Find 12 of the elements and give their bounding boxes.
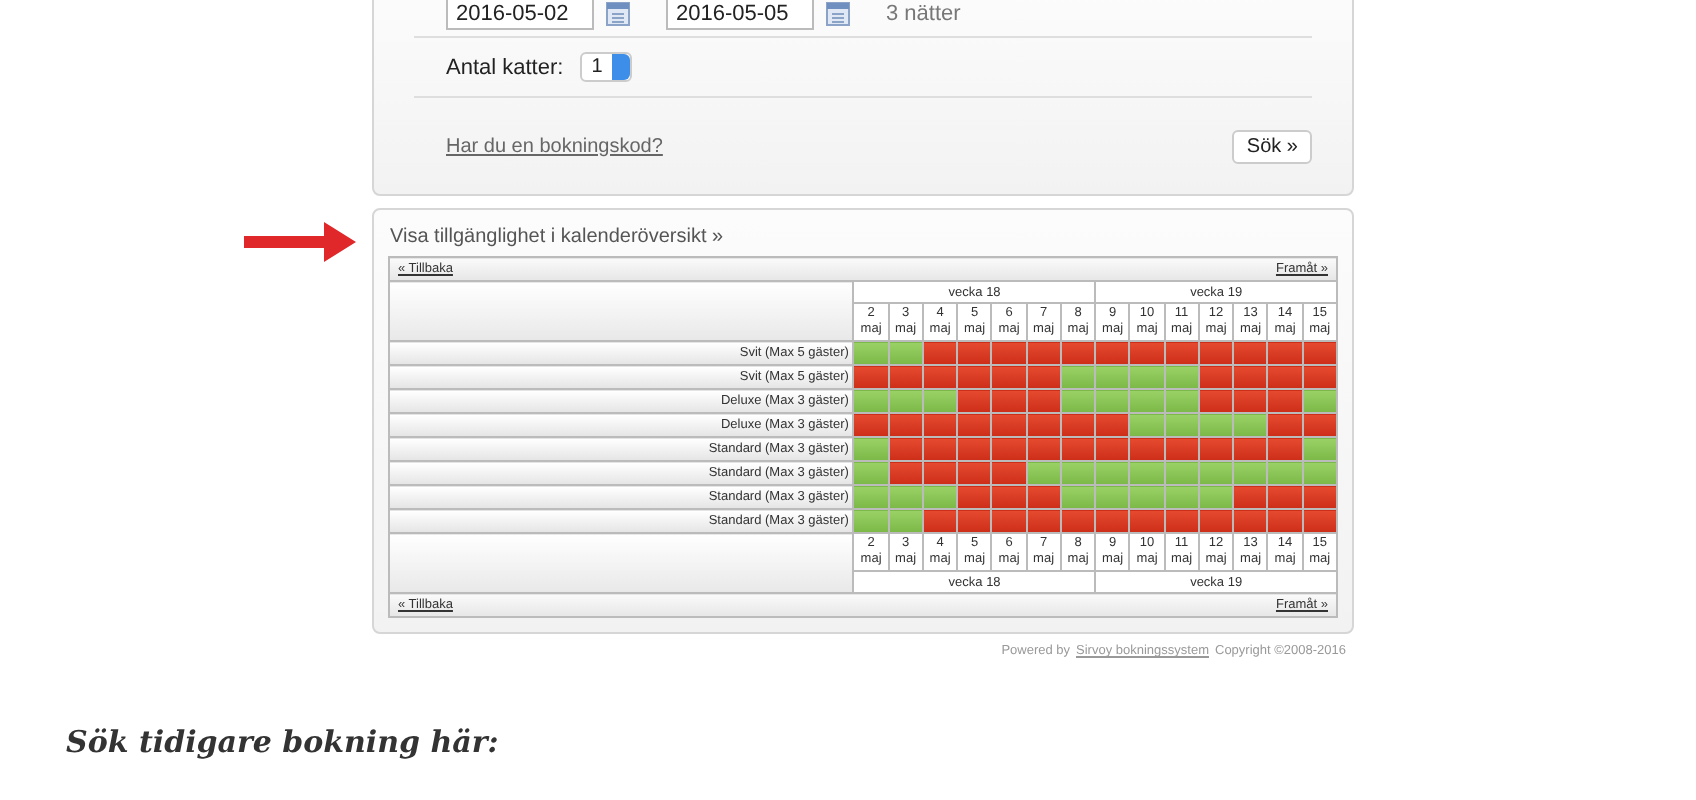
- check-in-field[interactable]: 2016-05-02: [446, 0, 594, 29]
- nights-count: 3 nätter: [886, 1, 961, 25]
- booking-code-link[interactable]: Har du en bokningskod?: [446, 135, 663, 157]
- calendar-overview-link[interactable]: Visa tillgänglighet i kalenderöversikt »: [390, 226, 1338, 248]
- calendar-icon[interactable]: [826, 1, 850, 25]
- section-heading: Sök tidigare bokning här:: [66, 724, 499, 760]
- arrow-icon: [244, 222, 356, 262]
- search-button[interactable]: Sök »: [1232, 129, 1312, 163]
- calendar-icon[interactable]: [606, 1, 630, 25]
- check-out-field[interactable]: 2016-05-05: [666, 0, 814, 29]
- cats-select[interactable]: 1: [579, 52, 633, 82]
- cats-label: Antal katter:: [446, 55, 564, 79]
